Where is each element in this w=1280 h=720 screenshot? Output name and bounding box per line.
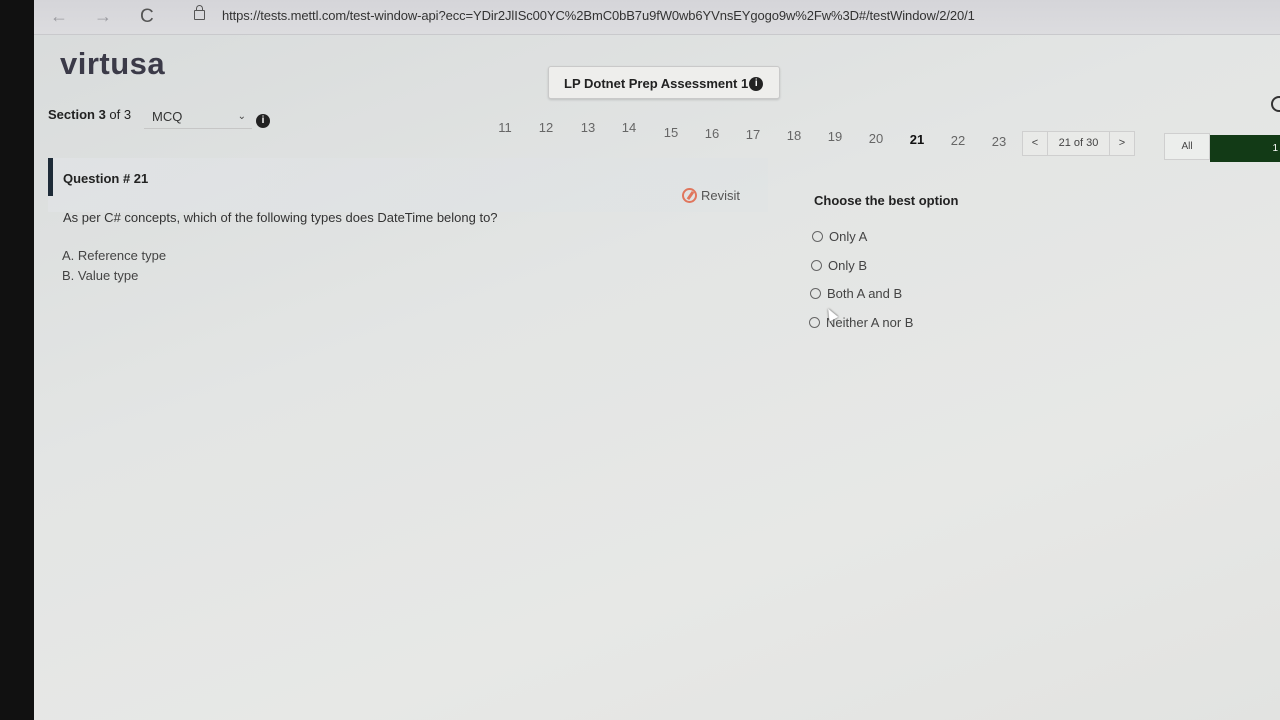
statement-b: B. Value type [62, 268, 139, 283]
options-title: Choose the best option [814, 193, 959, 208]
all-questions-button[interactable]: All [1164, 133, 1210, 160]
question-nav-item[interactable]: 22 [943, 133, 973, 148]
status-bar: 1 [1210, 135, 1280, 162]
address-bar[interactable]: https://tests.mettl.com/test-window-api?… [222, 8, 975, 23]
question-counter: 21 of 30 [1058, 137, 1099, 149]
question-nav-item[interactable]: 16 [697, 126, 727, 141]
question-nav-item[interactable]: 13 [573, 120, 603, 135]
previous-button[interactable]: < [1023, 132, 1048, 155]
radio-icon[interactable] [809, 317, 820, 328]
question-accent-bar [48, 158, 53, 196]
question-header: Question # 21 [48, 158, 768, 212]
question-text: As per C# concepts, which of the followi… [63, 210, 498, 225]
section-total: of 3 [105, 107, 132, 122]
revisit-label: Revisit [701, 188, 741, 203]
statement-a: A. Reference type [62, 248, 167, 263]
question-nav-item-current[interactable]: 21 [902, 132, 932, 147]
question-number: Question # 21 [63, 171, 149, 186]
option-only-b[interactable]: Only B [811, 258, 867, 273]
radio-icon[interactable] [811, 260, 822, 271]
browser-bar: ← → C https://tests.mettl.com/test-windo… [34, 0, 1280, 35]
reload-icon[interactable]: C [140, 6, 154, 28]
revisit-button[interactable]: Revisit [682, 188, 740, 203]
option-label: Only B [828, 258, 868, 273]
section-indicator: Section 3 of 3 [48, 107, 131, 122]
question-nav-item[interactable]: 15 [656, 125, 686, 140]
question-nav-item[interactable]: 20 [861, 131, 891, 146]
question-nav-item[interactable]: 14 [614, 120, 644, 135]
next-button[interactable]: > [1109, 132, 1134, 155]
virtusa-logo: virtusa [60, 46, 166, 81]
question-nav-item[interactable]: 18 [779, 128, 809, 143]
assessment-title[interactable]: LP Dotnet Prep Assessment 1i [548, 66, 780, 99]
option-label: Both A and B [827, 286, 903, 301]
back-arrow-icon[interactable]: ← [50, 6, 68, 27]
option-only-a[interactable]: Only A [812, 229, 867, 244]
question-nav-item[interactable]: 23 [984, 134, 1014, 149]
question-nav-item[interactable]: 12 [531, 120, 561, 135]
question-nav-item[interactable]: 17 [738, 127, 768, 142]
section-current: Section 3 [48, 107, 106, 122]
section-info-icon[interactable]: i [256, 114, 270, 128]
option-label: Neither A nor B [826, 315, 914, 330]
forward-arrow-icon[interactable]: → [94, 6, 112, 27]
radio-icon[interactable] [812, 231, 823, 242]
lock-icon [194, 5, 205, 20]
question-nav-item[interactable]: 19 [820, 129, 850, 144]
option-label: Only A [829, 229, 868, 244]
section-type-select[interactable]: MCQ ⌄ [144, 105, 252, 129]
timer-icon[interactable] [1271, 96, 1280, 112]
info-icon[interactable]: i [749, 76, 764, 91]
option-both[interactable]: Both A and B [810, 286, 902, 301]
option-neither[interactable]: Neither A nor B [809, 315, 913, 330]
chevron-down-icon: ⌄ [237, 111, 246, 122]
section-type-value: MCQ [152, 109, 183, 124]
screen: ← → C https://tests.mettl.com/test-windo… [34, 0, 1280, 720]
assessment-title-text: LP Dotnet Prep Assessment 1 [564, 76, 749, 91]
revisit-icon [682, 188, 697, 203]
question-pager: < 21 of 30 > [1022, 131, 1135, 156]
radio-icon[interactable] [810, 288, 821, 299]
question-nav-item[interactable]: 11 [490, 120, 520, 135]
